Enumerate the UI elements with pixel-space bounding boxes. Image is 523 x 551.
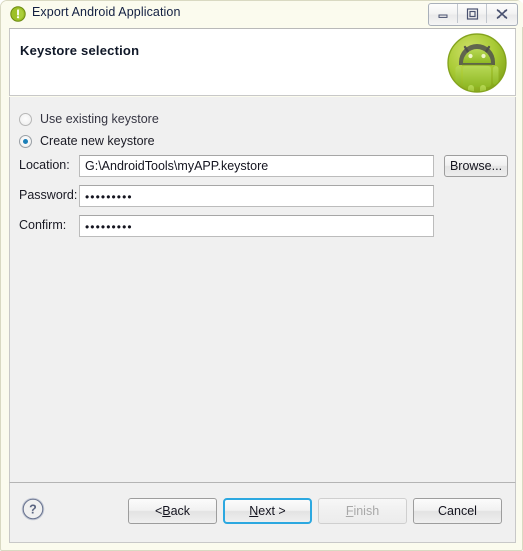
finish-button-mnemonic: F xyxy=(345,504,354,518)
wizard-footer: ? < Back Next > Finish Cancel xyxy=(9,482,516,543)
help-icon[interactable]: ? xyxy=(21,497,45,521)
radio-button-unselected-icon[interactable] xyxy=(19,112,32,126)
android-bulb-icon xyxy=(10,6,26,22)
cancel-button-suffix: Cancel xyxy=(438,504,477,518)
keystore-options-panel: Use existing keystore Create new keystor… xyxy=(9,97,516,482)
export-android-application-window: Export Android Application Keystore sele… xyxy=(0,0,523,551)
wizard-header: Keystore selection xyxy=(9,28,516,96)
back-button-mnemonic: B xyxy=(162,504,171,518)
next-button-suffix: ext > xyxy=(258,504,286,518)
confirm-label: Confirm: xyxy=(19,218,67,232)
svg-text:?: ? xyxy=(29,503,37,517)
page-title: Keystore selection xyxy=(20,43,140,58)
next-button[interactable]: Next > xyxy=(223,498,312,524)
finish-button: Finish xyxy=(318,498,407,524)
location-label: Location: xyxy=(19,158,70,172)
radio-create-new-keystore[interactable]: Create new keystore xyxy=(19,133,155,149)
restore-button[interactable] xyxy=(458,4,487,23)
close-button[interactable] xyxy=(487,4,517,23)
confirm-password-input[interactable] xyxy=(79,215,434,237)
back-button-prefix: < xyxy=(154,504,163,518)
window-title: Export Android Application xyxy=(32,5,181,19)
next-button-mnemonic: N xyxy=(249,504,259,518)
radio-button-selected-icon[interactable] xyxy=(19,134,32,148)
minimize-button[interactable] xyxy=(429,4,458,23)
back-button[interactable]: < Back xyxy=(128,498,217,524)
password-label: Password: xyxy=(19,188,78,202)
radio-use-existing-keystore[interactable]: Use existing keystore xyxy=(19,111,159,127)
location-input[interactable] xyxy=(79,155,434,177)
window-controls xyxy=(428,3,518,26)
back-button-suffix: ack xyxy=(170,504,191,518)
browse-button[interactable]: Browse... xyxy=(444,155,508,177)
title-bar: Export Android Application xyxy=(1,1,523,27)
password-input[interactable] xyxy=(79,185,434,207)
radio-create-new-keystore-label: Create new keystore xyxy=(40,134,155,148)
cancel-button[interactable]: Cancel xyxy=(413,498,502,524)
radio-use-existing-keystore-label: Use existing keystore xyxy=(40,112,159,126)
android-robot-logo xyxy=(446,32,508,94)
finish-button-suffix: inish xyxy=(353,504,380,518)
